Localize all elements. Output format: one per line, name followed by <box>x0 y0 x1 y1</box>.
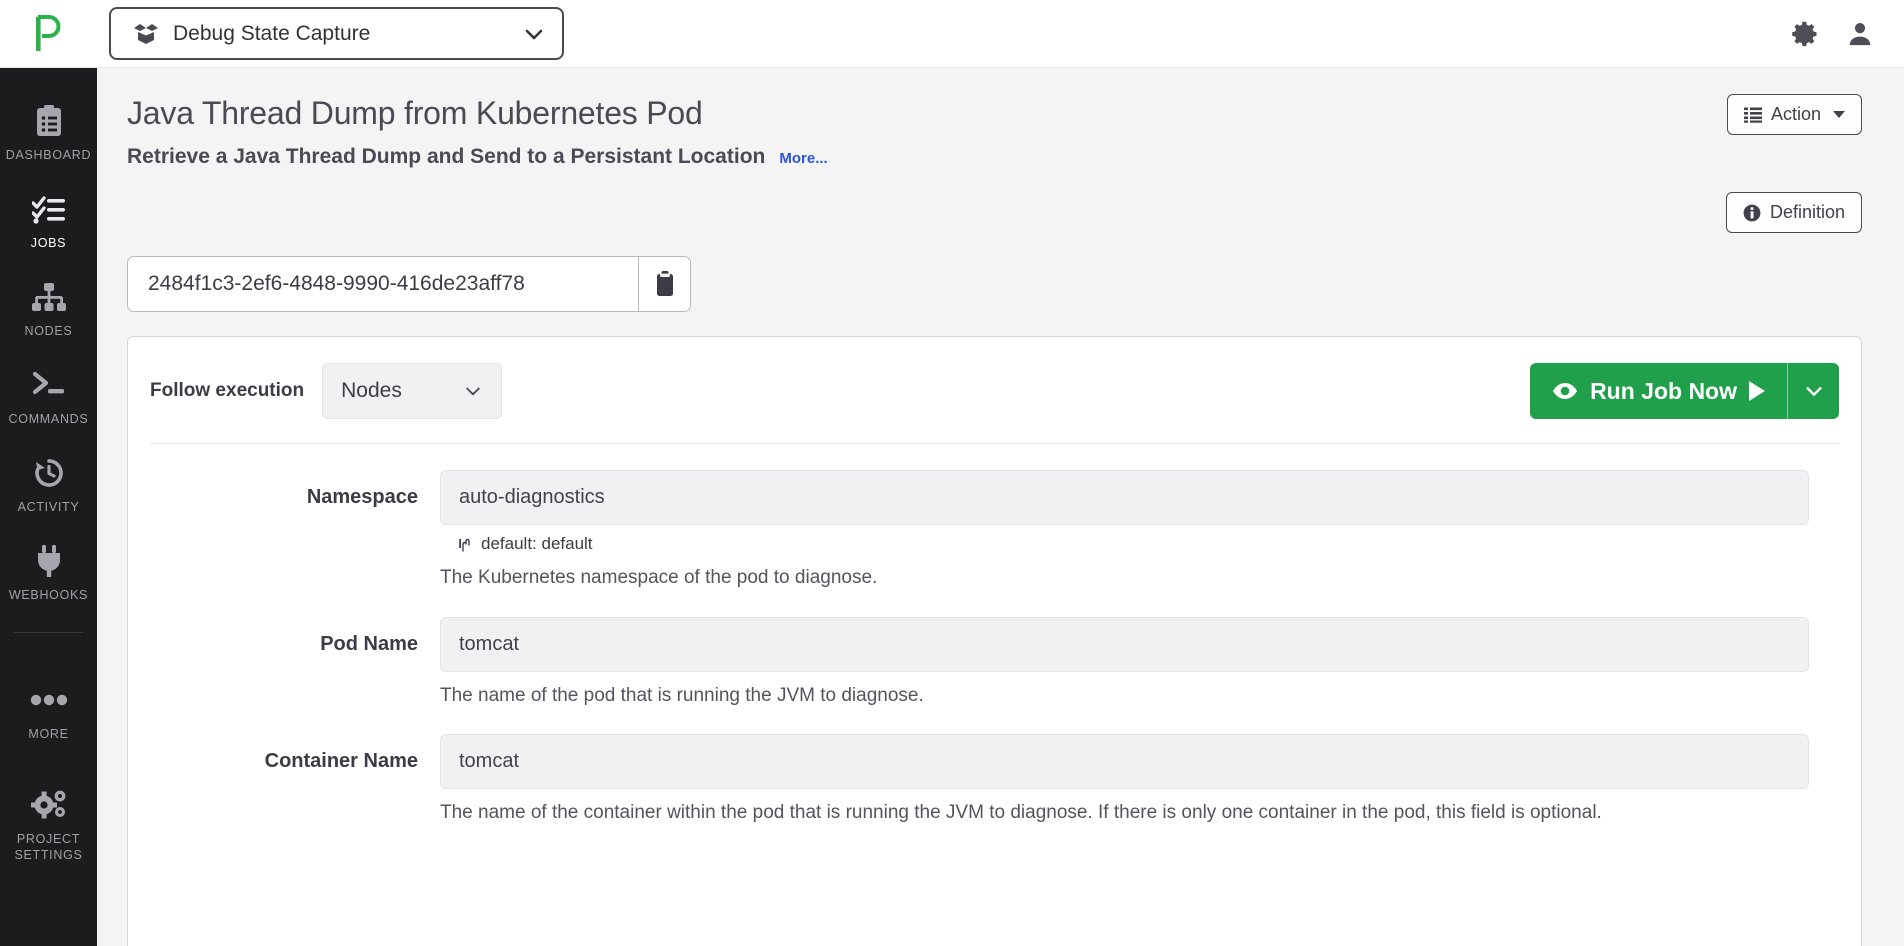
left-sidebar: DASHBOARD JOBS NODES COMMANDS ACTIVITY W… <box>0 68 97 946</box>
sidebar-item-commands[interactable]: COMMANDS <box>0 354 97 442</box>
follow-execution-value: Nodes <box>341 379 402 402</box>
box-open-icon <box>134 23 158 44</box>
sidebar-divider <box>14 632 83 633</box>
definition-button[interactable]: Definition <box>1725 192 1862 233</box>
field-description: The name of the pod that is running the … <box>440 684 924 706</box>
sidebar-item-more[interactable]: MORE <box>0 669 97 757</box>
user-icon[interactable] <box>1846 20 1874 48</box>
definition-button-label: Definition <box>1769 202 1845 222</box>
sidebar-item-label: NODES <box>24 323 73 338</box>
field-container-name: Container Name The name of the container… <box>150 734 1809 826</box>
follow-execution-label: Follow execution <box>150 380 305 401</box>
sidebar-item-nodes[interactable]: NODES <box>0 266 97 354</box>
field-default-row: default: default <box>440 534 1809 554</box>
job-options-form: Namespace default: default The Kubernete… <box>128 444 1861 826</box>
page-header-text: Java Thread Dump from Kubernetes Pod Ret… <box>127 94 1726 169</box>
sidebar-item-dashboard[interactable]: DASHBOARD <box>0 90 97 178</box>
field-default-text: default: default <box>481 534 593 553</box>
page-subtitle-row: Retrieve a Java Thread Dump and Send to … <box>127 145 1726 169</box>
sidebar-item-label: DASHBOARD <box>5 147 92 162</box>
project-name-label: Debug State Capture <box>173 21 371 45</box>
field-description: The Kubernetes namespace of the pod to d… <box>440 567 878 588</box>
sidebar-item-label: ACTIVITY <box>17 499 80 514</box>
job-id-row <box>127 256 1862 312</box>
action-button[interactable]: Action <box>1726 94 1862 135</box>
follow-execution-select[interactable]: Nodes <box>322 363 503 419</box>
clipboard-icon <box>656 271 673 296</box>
page-header-actions: Action Definition <box>1725 94 1862 233</box>
terminal-icon <box>32 367 66 403</box>
field-body: The name of the container within the pod… <box>440 734 1809 826</box>
copy-job-id-button[interactable] <box>638 257 690 311</box>
plug-icon <box>35 543 63 579</box>
sidebar-item-label: PROJECT SETTINGS <box>14 832 83 862</box>
page-title: Java Thread Dump from Kubernetes Pod <box>127 95 703 131</box>
page-header: Java Thread Dump from Kubernetes Pod Ret… <box>127 94 1862 233</box>
gear-icon[interactable] <box>1792 20 1820 48</box>
topbar-actions <box>1792 20 1904 48</box>
page-subtitle: Retrieve a Java Thread Dump and Send to … <box>127 145 766 169</box>
rundeck-logo-icon <box>35 14 60 51</box>
chevron-down-icon <box>466 387 480 396</box>
project-selector[interactable]: Debug State Capture <box>109 7 564 60</box>
follow-execution-row: Follow execution Nodes Run Job Now <box>150 363 1839 444</box>
field-label: Container Name <box>264 750 418 773</box>
job-id-group <box>127 256 691 312</box>
hand-pointer-icon <box>459 538 470 552</box>
checklist-icon <box>31 191 66 227</box>
eye-icon <box>1553 383 1578 399</box>
field-namespace: Namespace default: default The Kubernete… <box>150 470 1809 591</box>
sidebar-item-label: JOBS <box>30 235 67 250</box>
history-clock-icon <box>33 455 65 491</box>
sidebar-item-jobs[interactable]: JOBS <box>0 178 97 266</box>
main-content: Java Thread Dump from Kubernetes Pod Ret… <box>97 68 1904 946</box>
top-bar: Debug State Capture <box>0 0 1904 68</box>
job-run-card: Follow execution Nodes Run Job Now Names… <box>127 336 1862 946</box>
field-body: default: default The Kubernetes namespac… <box>440 470 1809 591</box>
caret-down-icon <box>1833 111 1845 118</box>
field-pod-name: Pod Name The name of the pod that is run… <box>150 616 1809 709</box>
field-body: The name of the pod that is running the … <box>440 616 1809 709</box>
sidebar-item-activity[interactable]: ACTIVITY <box>0 442 97 530</box>
container-name-input[interactable] <box>440 734 1809 790</box>
sidebar-item-webhooks[interactable]: WEBHOOKS <box>0 530 97 618</box>
ellipsis-icon <box>30 682 68 718</box>
play-icon <box>1749 381 1765 401</box>
clipboard-list-icon <box>34 103 64 139</box>
info-circle-icon <box>1743 204 1761 221</box>
job-id-input[interactable] <box>128 257 638 311</box>
namespace-input[interactable] <box>440 470 1809 525</box>
chevron-down-icon <box>525 29 543 39</box>
pod-name-input[interactable] <box>440 616 1809 672</box>
chevron-down-icon <box>1805 387 1822 396</box>
run-job-options-button[interactable] <box>1787 363 1839 419</box>
action-button-label: Action <box>1770 104 1821 124</box>
sitemap-icon <box>31 279 67 315</box>
run-job-group: Run Job Now <box>1530 363 1839 419</box>
sidebar-item-label: WEBHOOKS <box>8 587 89 602</box>
more-link[interactable]: More... <box>779 150 827 167</box>
run-job-now-button[interactable]: Run Job Now <box>1530 363 1787 419</box>
sidebar-item-label: COMMANDS <box>8 411 89 426</box>
list-icon <box>1743 107 1762 123</box>
field-label: Pod Name <box>320 632 418 655</box>
gears-icon <box>29 787 69 823</box>
sidebar-item-project-settings[interactable]: PROJECT SETTINGS <box>0 779 97 873</box>
run-job-now-label: Run Job Now <box>1590 377 1737 404</box>
sidebar-item-label: MORE <box>28 726 69 741</box>
field-label: Namespace <box>306 486 418 508</box>
field-description: The name of the container within the pod… <box>440 802 1602 824</box>
app-logo[interactable] <box>0 0 97 68</box>
